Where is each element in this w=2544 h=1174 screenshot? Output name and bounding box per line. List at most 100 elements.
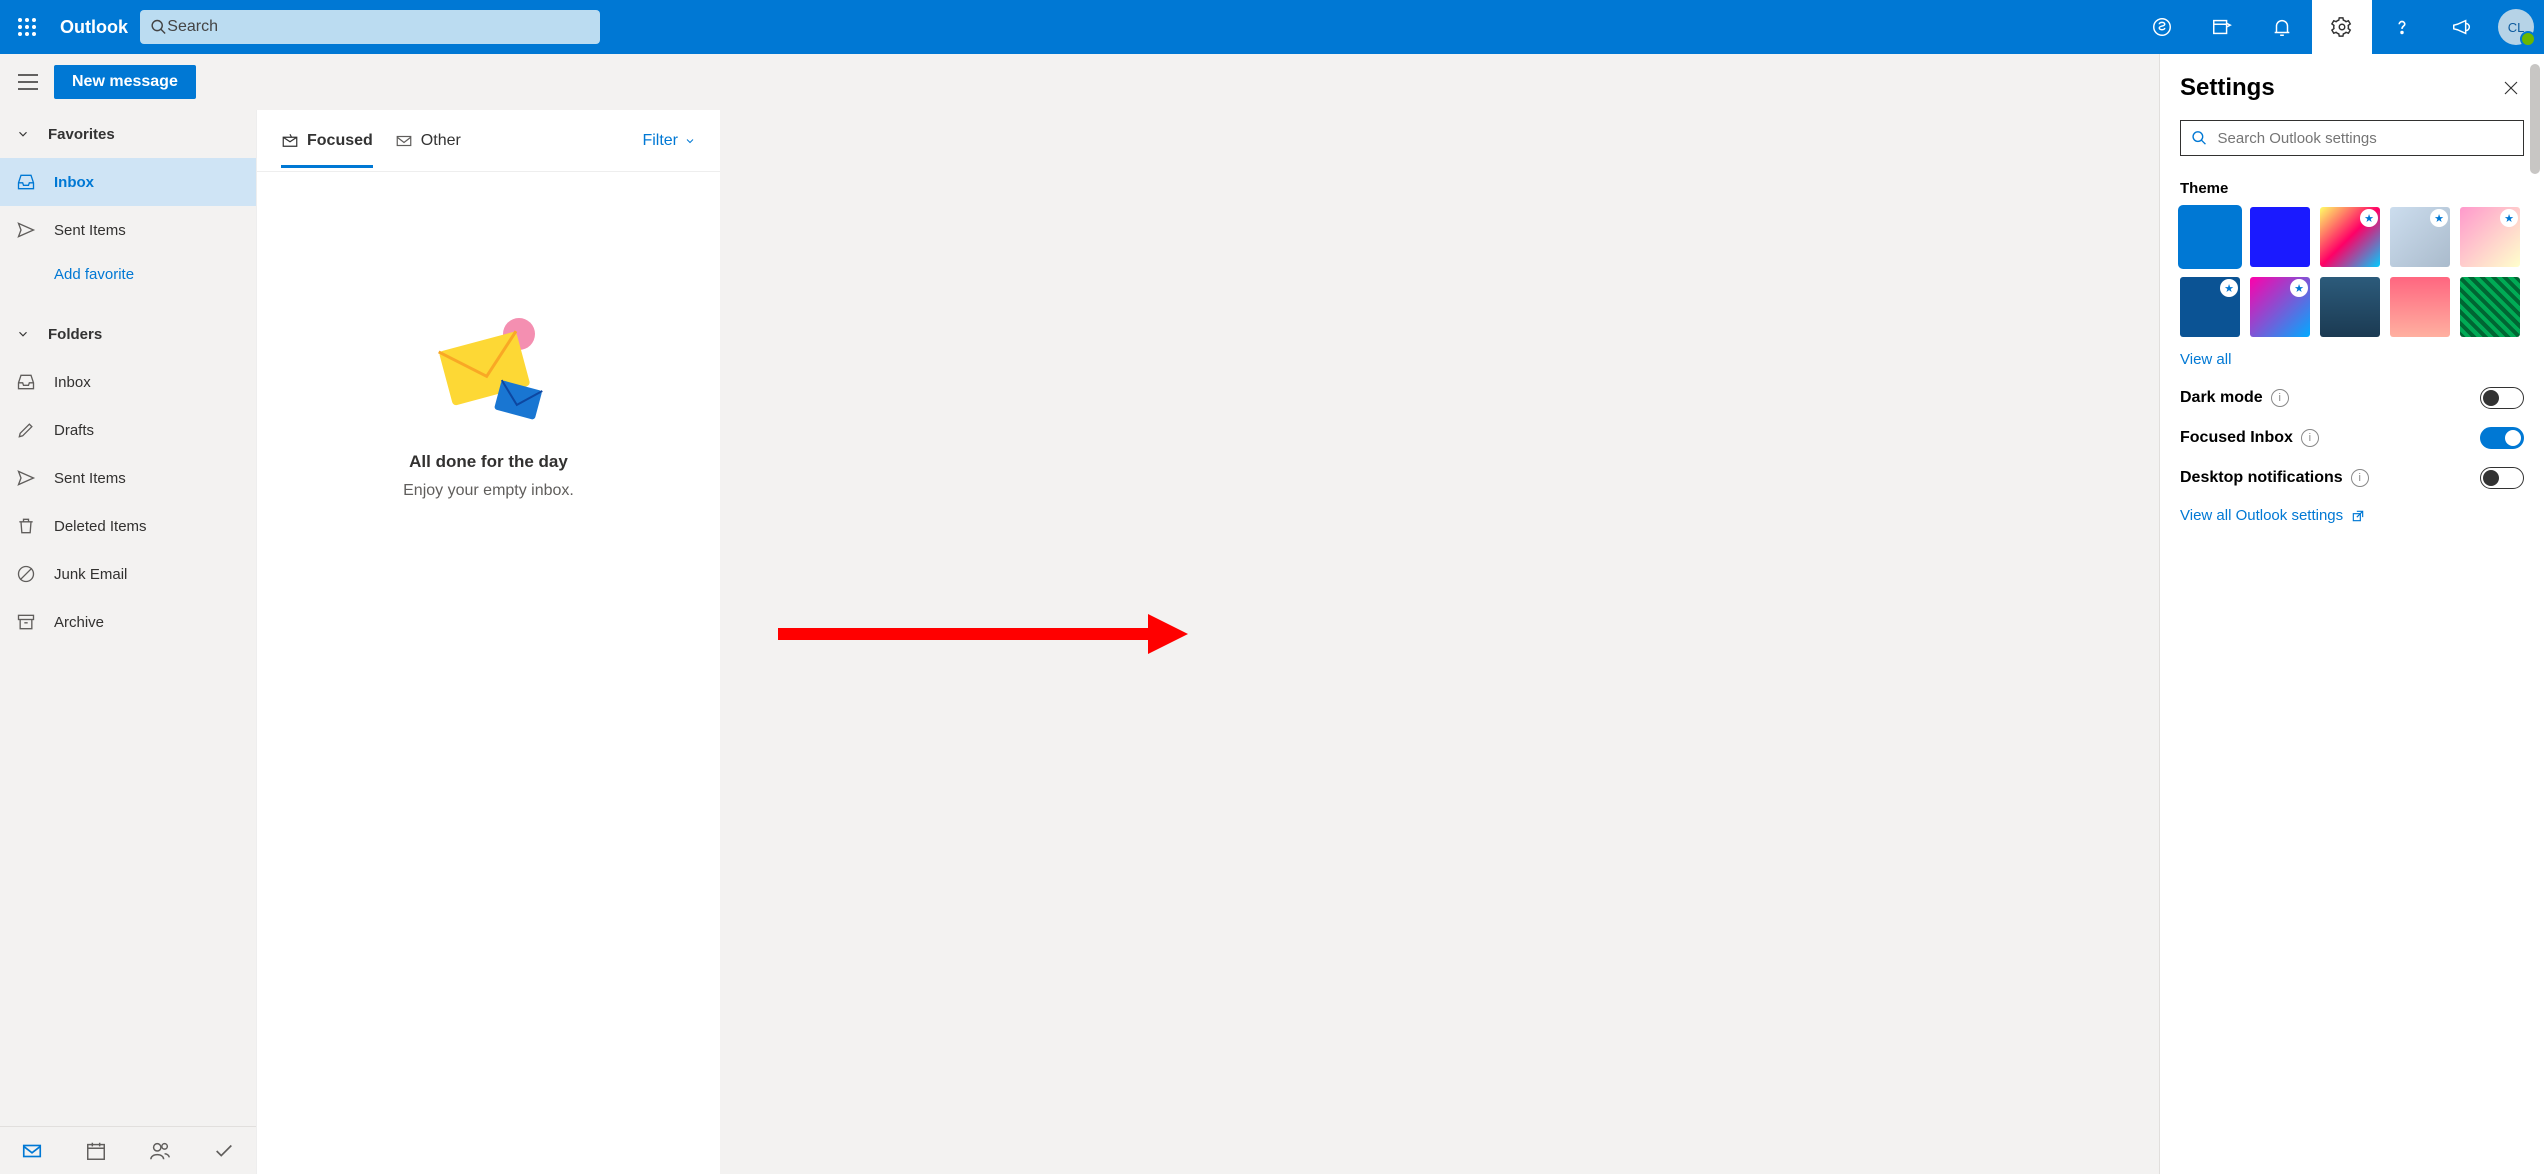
notifications-button[interactable] xyxy=(2252,0,2312,54)
theme-swatch-1[interactable] xyxy=(2250,207,2310,267)
folder-label: Inbox xyxy=(54,174,94,191)
tab-focused[interactable]: Focused xyxy=(281,132,373,150)
help-button[interactable] xyxy=(2372,0,2432,54)
theme-grid: ★ ★ ★ ★ ★ xyxy=(2180,207,2524,337)
premium-badge-icon: ★ xyxy=(2360,209,2378,227)
settings-scrollbar[interactable] xyxy=(2530,64,2540,174)
folder-label: Archive xyxy=(54,614,104,631)
theme-swatch-6[interactable]: ★ xyxy=(2250,277,2310,337)
theme-swatch-5[interactable]: ★ xyxy=(2180,277,2240,337)
search-icon xyxy=(2191,129,2208,147)
chevron-down-icon xyxy=(16,327,30,341)
settings-title: Settings xyxy=(2180,74,2498,102)
draft-icon xyxy=(16,420,36,440)
view-all-outlook-settings-link[interactable]: View all Outlook settings xyxy=(2180,507,2365,524)
close-icon xyxy=(2502,79,2520,97)
favorites-label: Favorites xyxy=(48,126,115,143)
megaphone-button[interactable] xyxy=(2432,0,2492,54)
folder-archive[interactable]: Archive xyxy=(0,598,256,646)
calendar-day-icon xyxy=(2211,16,2233,38)
inbox-icon xyxy=(16,172,36,192)
focused-inbox-toggle[interactable] xyxy=(2480,427,2524,449)
empty-state: All done for the day Enjoy your empty in… xyxy=(257,172,720,500)
premium-badge-icon: ★ xyxy=(2220,279,2238,297)
empty-illustration xyxy=(419,312,559,432)
focused-inbox-label: Focused Inbox xyxy=(2180,429,2293,447)
folder-drafts[interactable]: Drafts xyxy=(0,406,256,454)
skype-button[interactable] xyxy=(2132,0,2192,54)
theme-swatch-0[interactable] xyxy=(2180,207,2240,267)
premium-badge-icon: ★ xyxy=(2500,209,2518,227)
todo-module-button[interactable] xyxy=(192,1140,256,1162)
mail-icon xyxy=(21,1140,43,1162)
folder-inbox[interactable]: Inbox xyxy=(0,358,256,406)
global-search[interactable] xyxy=(140,10,600,44)
user-avatar[interactable]: CL xyxy=(2498,9,2534,45)
theme-swatch-9[interactable] xyxy=(2460,277,2520,337)
desktop-notifications-toggle[interactable] xyxy=(2480,467,2524,489)
mail-module-button[interactable] xyxy=(0,1140,64,1162)
teams-button[interactable] xyxy=(2192,0,2252,54)
check-icon xyxy=(213,1140,235,1162)
settings-button[interactable] xyxy=(2312,0,2372,54)
theme-swatch-8[interactable] xyxy=(2390,277,2450,337)
favorite-inbox[interactable]: Inbox xyxy=(0,158,256,206)
theme-swatch-2[interactable]: ★ xyxy=(2320,207,2380,267)
help-icon xyxy=(2391,16,2413,38)
app-launcher-button[interactable] xyxy=(0,17,54,37)
empty-subtitle: Enjoy your empty inbox. xyxy=(257,482,720,500)
theme-swatch-4[interactable]: ★ xyxy=(2460,207,2520,267)
message-list-header: Focused Other Filter xyxy=(257,110,720,172)
send-icon xyxy=(16,220,36,240)
folder-sent-items[interactable]: Sent Items xyxy=(0,454,256,502)
theme-label: Theme xyxy=(2180,180,2524,197)
people-icon xyxy=(149,1140,171,1162)
folder-label: Drafts xyxy=(54,422,94,439)
app-title: Outlook xyxy=(54,17,140,38)
dark-mode-label: Dark mode xyxy=(2180,389,2263,407)
new-message-button[interactable]: New message xyxy=(54,65,196,99)
favorites-header[interactable]: Favorites xyxy=(0,110,256,158)
settings-search[interactable] xyxy=(2180,120,2524,156)
theme-swatch-7[interactable] xyxy=(2320,277,2380,337)
nav-toggle-button[interactable] xyxy=(8,62,48,102)
empty-title: All done for the day xyxy=(257,452,720,472)
message-list-pane: Focused Other Filter All done for the da… xyxy=(256,110,720,1174)
favorite-sent-items[interactable]: Sent Items xyxy=(0,206,256,254)
folder-deleted-items[interactable]: Deleted Items xyxy=(0,502,256,550)
global-search-input[interactable] xyxy=(167,18,590,36)
tab-other[interactable]: Other xyxy=(395,132,461,150)
gear-icon xyxy=(2331,16,2353,38)
close-settings-button[interactable] xyxy=(2498,75,2524,101)
chevron-down-icon xyxy=(16,127,30,141)
folder-label: Sent Items xyxy=(54,222,126,239)
add-favorite-link[interactable]: Add favorite xyxy=(0,254,256,294)
skype-icon xyxy=(2151,16,2173,38)
calendar-icon xyxy=(85,1140,107,1162)
info-icon[interactable]: i xyxy=(2271,389,2289,407)
megaphone-icon xyxy=(2451,16,2473,38)
settings-search-input[interactable] xyxy=(2218,130,2513,147)
folder-label: Sent Items xyxy=(54,470,126,487)
dark-mode-toggle[interactable] xyxy=(2480,387,2524,409)
module-switcher xyxy=(0,1126,256,1174)
calendar-module-button[interactable] xyxy=(64,1140,128,1162)
block-icon xyxy=(16,564,36,584)
archive-icon xyxy=(16,612,36,632)
premium-badge-icon: ★ xyxy=(2430,209,2448,227)
folder-junk-email[interactable]: Junk Email xyxy=(0,550,256,598)
hamburger-icon xyxy=(18,74,38,90)
desktop-notifications-label: Desktop notifications xyxy=(2180,469,2343,487)
info-icon[interactable]: i xyxy=(2301,429,2319,447)
theme-swatch-3[interactable]: ★ xyxy=(2390,207,2450,267)
people-module-button[interactable] xyxy=(128,1140,192,1162)
info-icon[interactable]: i xyxy=(2351,469,2369,487)
folder-sidebar: Favorites Inbox Sent Items Add favorite F… xyxy=(0,110,256,1174)
folder-label: Inbox xyxy=(54,374,91,391)
view-all-themes-link[interactable]: View all xyxy=(2180,351,2231,368)
filter-button[interactable]: Filter xyxy=(642,132,696,150)
settings-panel: Settings Theme ★★★★★ View all Dark mode … xyxy=(2159,54,2544,1174)
waffle-icon xyxy=(17,17,37,37)
trash-icon xyxy=(16,516,36,536)
folders-header[interactable]: Folders xyxy=(0,310,256,358)
